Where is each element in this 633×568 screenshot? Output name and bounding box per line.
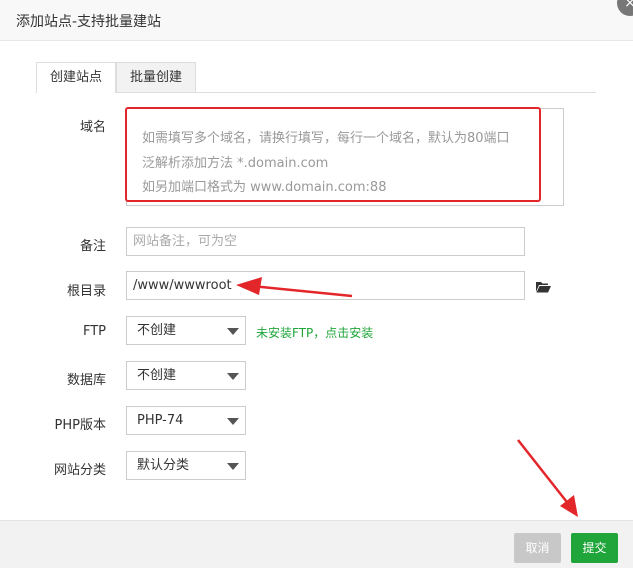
cancel-button[interactable]: 取消 bbox=[514, 533, 561, 563]
annotation-red-rectangle bbox=[125, 107, 541, 202]
category-select[interactable]: 默认分类 bbox=[126, 451, 246, 480]
remark-placeholder: 网站备注，可为空 bbox=[133, 234, 238, 249]
domain-label: 域名 bbox=[79, 120, 106, 135]
tab-create-site[interactable]: 创建站点 bbox=[36, 62, 116, 93]
chevron-down-icon bbox=[227, 418, 239, 425]
root-directory-value: /www/wwwroot bbox=[133, 278, 232, 293]
dialog-footer: 取消 提交 bbox=[0, 520, 633, 568]
remark-input[interactable]: 网站备注，可为空 bbox=[126, 227, 525, 256]
database-select[interactable]: 不创建 bbox=[126, 361, 246, 390]
chevron-down-icon bbox=[227, 328, 239, 335]
install-ftp-link[interactable]: 未安装FTP，点击安装 bbox=[256, 324, 373, 341]
root-directory-input[interactable]: /www/wwwroot bbox=[126, 271, 525, 300]
php-label: PHP版本 bbox=[54, 418, 106, 433]
php-version-value: PHP-74 bbox=[137, 413, 184, 428]
remark-label: 备注 bbox=[79, 239, 106, 254]
dialog-titlebar: 添加站点-支持批量建站 bbox=[0, 0, 633, 41]
ftp-select-value: 不创建 bbox=[137, 323, 177, 338]
tab-bar: 创建站点 批量创建 bbox=[36, 62, 596, 93]
ftp-label: FTP bbox=[82, 324, 106, 339]
category-select-value: 默认分类 bbox=[137, 458, 190, 473]
category-label: 网站分类 bbox=[53, 463, 106, 478]
root-label: 根目录 bbox=[66, 284, 106, 299]
dialog-title: 添加站点-支持批量建站 bbox=[16, 14, 162, 30]
ftp-select[interactable]: 不创建 bbox=[126, 316, 246, 345]
folder-open-icon[interactable] bbox=[535, 281, 551, 293]
database-select-value: 不创建 bbox=[137, 368, 177, 383]
php-version-select[interactable]: PHP-74 bbox=[126, 406, 246, 435]
tab-batch-create[interactable]: 批量创建 bbox=[116, 62, 196, 92]
chevron-down-icon bbox=[227, 463, 239, 470]
submit-button[interactable]: 提交 bbox=[571, 533, 618, 563]
chevron-down-icon bbox=[227, 373, 239, 380]
database-label: 数据库 bbox=[66, 373, 106, 388]
annotation-arrow-submit bbox=[517, 439, 578, 517]
